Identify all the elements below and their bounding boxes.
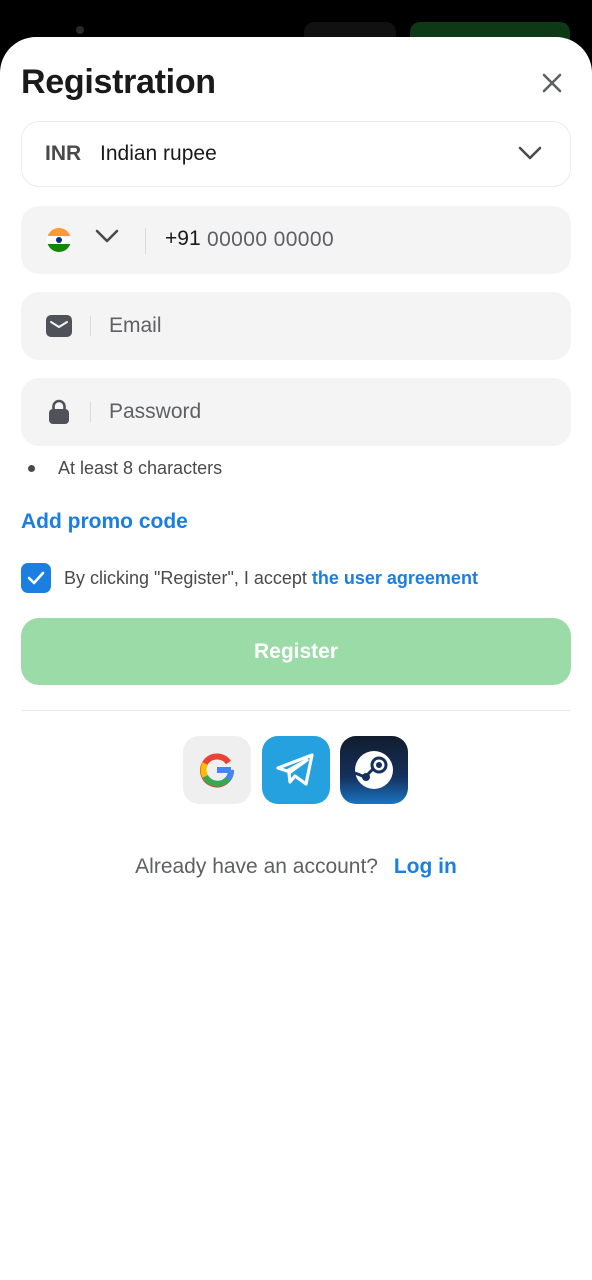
agreement-checkbox[interactable] (21, 563, 51, 593)
india-flag-icon[interactable] (47, 228, 71, 252)
camera-dot (76, 26, 84, 34)
currency-select[interactable]: INR Indian rupee (21, 121, 571, 187)
registration-sheet: Registration INR Indian rupee +91 00000 … (0, 37, 592, 1280)
divider (90, 402, 91, 422)
google-login-button[interactable] (183, 736, 251, 804)
checkmark-icon (27, 571, 45, 585)
register-button[interactable]: Register (21, 618, 571, 685)
divider (90, 316, 91, 336)
add-promo-code-link[interactable]: Add promo code (21, 510, 188, 534)
country-chevron-down-icon[interactable] (95, 228, 119, 244)
log-in-link[interactable]: Log in (394, 855, 457, 878)
google-icon (200, 753, 235, 788)
phone-prefix: +91 (165, 227, 201, 250)
lock-icon (46, 399, 72, 425)
email-input[interactable] (109, 310, 549, 342)
login-prompt-text: Already have an account? (135, 855, 378, 878)
page-title: Registration (21, 63, 216, 101)
divider (21, 710, 571, 711)
agreement-row: By clicking "Register", I accept the use… (21, 563, 478, 593)
steam-icon (354, 751, 393, 789)
chevron-down-icon (518, 146, 542, 160)
steam-login-button[interactable] (340, 736, 408, 804)
password-field (21, 378, 571, 446)
password-requirement: At least 8 characters (28, 458, 222, 479)
close-button[interactable] (536, 67, 568, 99)
agreement-text: By clicking "Register", I accept (64, 567, 307, 588)
password-input[interactable] (109, 396, 549, 428)
telegram-login-button[interactable] (262, 736, 330, 804)
phone-field: +91 (21, 206, 571, 274)
currency-name: Indian rupee (100, 142, 217, 165)
password-hint-text: At least 8 characters (58, 458, 223, 478)
currency-code: INR (45, 142, 82, 165)
bullet-icon (28, 465, 35, 472)
close-icon (542, 73, 562, 93)
divider (145, 228, 146, 254)
telegram-icon (276, 753, 314, 786)
email-field (21, 292, 571, 360)
envelope-icon (46, 313, 72, 339)
user-agreement-link[interactable]: the user agreement (312, 568, 478, 589)
phone-input[interactable] (207, 224, 547, 256)
login-prompt: Already have an account? Log in (0, 855, 592, 879)
